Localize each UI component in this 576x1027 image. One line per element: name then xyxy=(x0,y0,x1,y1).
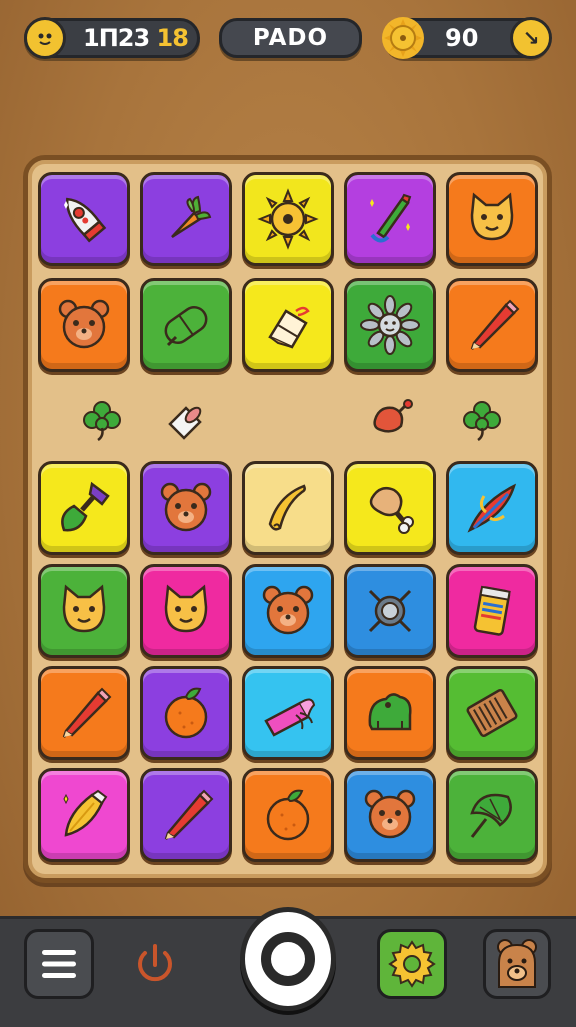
cup-can-icon xyxy=(473,585,511,636)
frog-icon xyxy=(368,693,412,731)
paper-roll-item[interactable] xyxy=(160,394,208,442)
smiley-coin-icon xyxy=(24,17,66,59)
chocolate-bar-icon xyxy=(466,688,518,738)
score-value: 1Π23 18 xyxy=(83,24,189,52)
bear-icon xyxy=(497,939,537,988)
bear-face-icon xyxy=(58,299,110,349)
rocket-icon xyxy=(64,197,107,243)
score-pill: 1Π23 18 xyxy=(24,17,200,59)
pencil-icon xyxy=(62,687,112,738)
tile[interactable] xyxy=(38,564,130,658)
tile[interactable] xyxy=(242,768,334,862)
tile[interactable] xyxy=(38,666,130,760)
level-title: PADO xyxy=(252,25,329,51)
tile[interactable] xyxy=(242,278,334,372)
green-capsule-icon xyxy=(164,306,208,347)
bear-face-icon xyxy=(364,789,416,839)
feather-quill-icon xyxy=(467,483,517,533)
tile[interactable] xyxy=(446,768,538,862)
paper-roll-icon xyxy=(168,406,202,440)
play-button[interactable] xyxy=(240,907,336,1011)
tile[interactable] xyxy=(446,461,538,555)
clover-item[interactable] xyxy=(458,394,506,442)
tile[interactable] xyxy=(242,461,334,555)
power-icon xyxy=(138,944,172,982)
arrow-icon: ↘ xyxy=(522,26,540,50)
tile[interactable] xyxy=(38,768,130,862)
banana-icon xyxy=(268,484,306,531)
cat-face-icon xyxy=(62,584,106,633)
tile[interactable] xyxy=(344,564,436,658)
tile[interactable] xyxy=(38,172,130,266)
tile[interactable] xyxy=(446,564,538,658)
orange-fruit-icon xyxy=(164,687,208,739)
tile[interactable] xyxy=(344,666,436,760)
add-coins-button[interactable]: ↘ xyxy=(510,17,552,59)
gear-icon xyxy=(388,940,436,988)
meat-drumstick-icon xyxy=(373,399,413,433)
level-title-pill[interactable]: PADO xyxy=(219,18,362,58)
cat-face-icon xyxy=(164,584,208,633)
menu-button[interactable] xyxy=(24,929,94,999)
tile[interactable] xyxy=(242,564,334,658)
tile[interactable] xyxy=(446,172,538,266)
tile[interactable] xyxy=(140,172,232,266)
settings-button[interactable] xyxy=(377,929,447,999)
tile[interactable] xyxy=(140,461,232,555)
tile[interactable] xyxy=(140,666,232,760)
cloth-bundle-icon xyxy=(268,306,310,349)
clover-item[interactable] xyxy=(78,394,126,442)
pencil-icon xyxy=(164,789,214,840)
tile[interactable] xyxy=(38,278,130,372)
tile[interactable] xyxy=(140,278,232,372)
profile-button[interactable] xyxy=(483,929,551,999)
tile[interactable] xyxy=(38,461,130,555)
pencil-icon xyxy=(470,299,520,350)
bear-face-icon xyxy=(160,482,212,532)
tile[interactable] xyxy=(446,278,538,372)
bottle-brush-icon xyxy=(61,481,110,532)
tile[interactable] xyxy=(344,172,436,266)
tile[interactable] xyxy=(344,461,436,555)
clover-icon xyxy=(83,401,121,442)
paintbrush-sparkle-icon xyxy=(370,193,412,243)
chicken-leg-icon xyxy=(369,487,414,534)
orange-fruit-icon xyxy=(266,789,310,841)
coins-pill: 90 ↘ xyxy=(382,17,552,59)
power-button[interactable] xyxy=(128,934,182,994)
tile[interactable] xyxy=(344,768,436,862)
tile[interactable] xyxy=(140,564,232,658)
play-ring-icon xyxy=(261,932,315,986)
gray-flower-icon xyxy=(360,295,420,355)
leaf-umbrella-icon xyxy=(470,793,512,838)
tile[interactable] xyxy=(242,172,334,266)
tile[interactable] xyxy=(242,666,334,760)
cat-face-icon xyxy=(470,192,514,241)
menu-icon xyxy=(42,950,76,978)
tile[interactable] xyxy=(140,768,232,862)
bear-face-icon xyxy=(262,585,314,635)
carrot-icon xyxy=(171,195,212,239)
target-dish-icon xyxy=(368,589,412,633)
sun-gear-icon xyxy=(257,188,319,250)
pen-nib-icon xyxy=(63,789,108,837)
tile[interactable] xyxy=(446,666,538,760)
tile[interactable] xyxy=(344,278,436,372)
meat-drumstick-item[interactable] xyxy=(365,394,413,442)
sun-coin-icon xyxy=(382,17,424,59)
coin-count: 90 xyxy=(445,24,479,52)
clover-icon xyxy=(463,401,501,442)
gift-roll-icon xyxy=(264,698,316,737)
